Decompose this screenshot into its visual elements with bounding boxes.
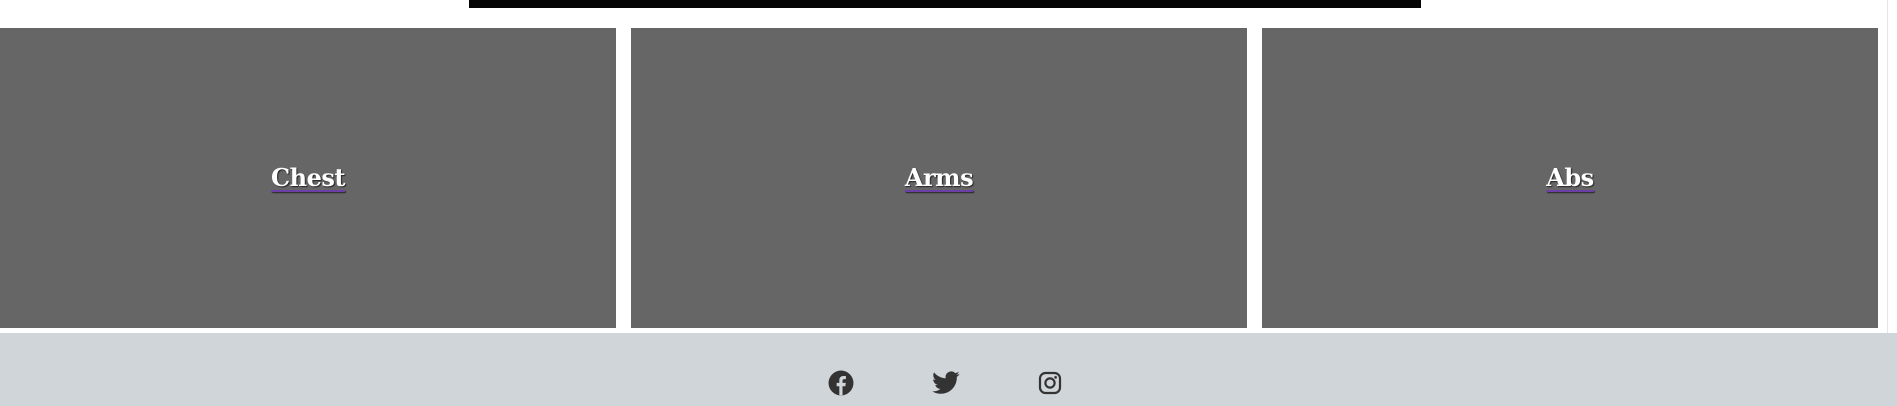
card-abs[interactable]: Abs	[1262, 28, 1878, 328]
card-chest[interactable]: Chest	[0, 28, 616, 328]
facebook-icon[interactable]	[827, 369, 855, 397]
footer	[0, 333, 1897, 406]
instagram-icon[interactable]	[1036, 369, 1064, 397]
page: Chest Arms Abs	[0, 0, 1897, 406]
card-arms-link[interactable]: Arms	[905, 163, 974, 192]
twitter-icon[interactable]	[932, 369, 960, 397]
category-cards: Chest Arms Abs	[0, 28, 1880, 328]
card-arms[interactable]: Arms	[631, 28, 1247, 328]
top-divider-bar	[469, 0, 1421, 8]
card-chest-link[interactable]: Chest	[271, 163, 345, 192]
card-abs-link[interactable]: Abs	[1546, 163, 1594, 192]
